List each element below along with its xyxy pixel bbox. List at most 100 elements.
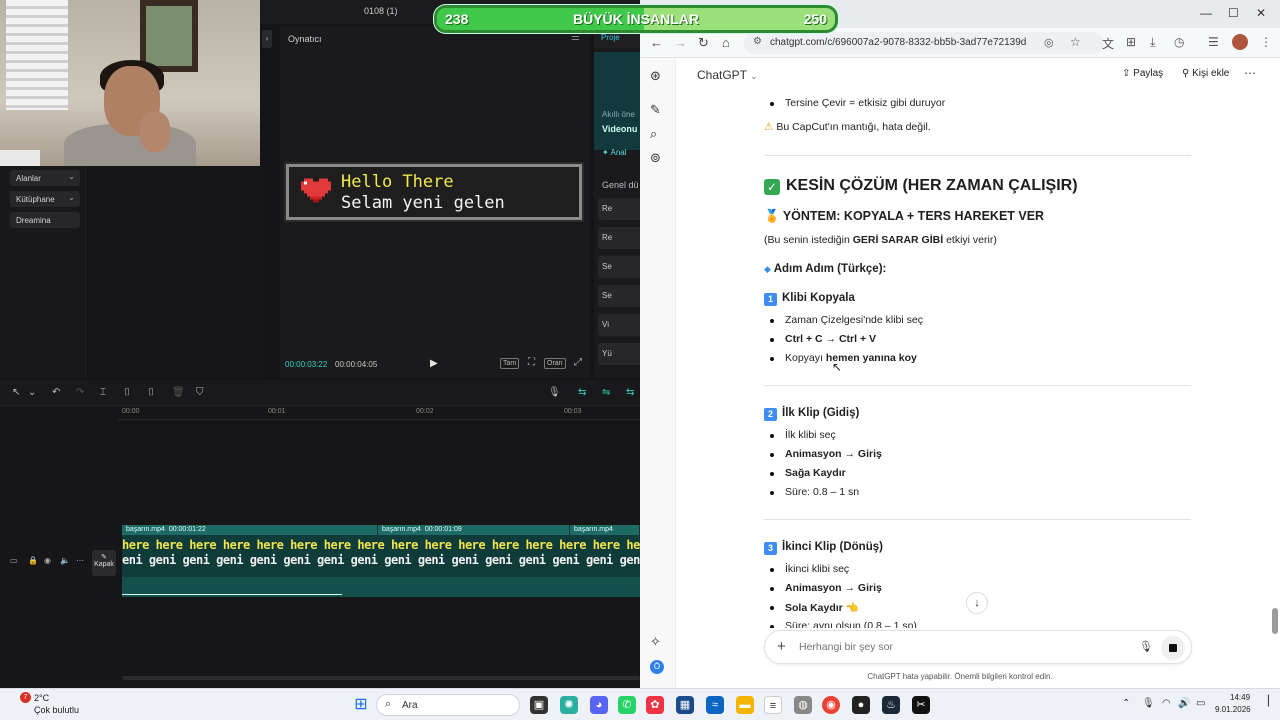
cover-button[interactable]: ✎ Kapak <box>92 550 116 576</box>
clock-date[interactable]: 9.01.2026 <box>1215 705 1251 714</box>
weather-description[interactable]: Çok bulutlu <box>34 705 79 715</box>
aspect-ratio-button[interactable]: Oran <box>544 358 566 369</box>
obs-icon[interactable]: ● <box>852 696 870 714</box>
menu-kebab-icon[interactable]: ⋮ <box>1260 35 1272 49</box>
crop-icon[interactable]: ⛶ <box>526 358 537 369</box>
battery-icon[interactable]: ▭ <box>1196 698 1205 709</box>
chevron-up-icon[interactable]: ⌃ <box>1122 698 1130 709</box>
task-view-icon[interactable]: ▣ <box>530 696 548 714</box>
split-left-icon[interactable]: ⌷ <box>124 387 130 398</box>
clip-header[interactable]: başarın.mp4 <box>570 525 640 535</box>
add-person-button[interactable]: ⚲ Kişi ekle <box>1182 68 1229 79</box>
delete-icon[interactable]: 🗑 <box>172 387 185 398</box>
windows-start-icon[interactable]: ⊞ <box>352 696 370 714</box>
openai-logo-icon[interactable]: ⊛ <box>650 68 661 84</box>
forward-icon[interactable]: → <box>674 35 687 50</box>
steam-icon[interactable]: ♨ <box>882 696 900 714</box>
close-icon[interactable]: ✕ <box>1256 6 1266 20</box>
back-icon[interactable]: ← <box>650 35 663 50</box>
clip-header[interactable]: başarın.mp4 00:00:01:22 <box>122 525 378 535</box>
wifi-icon[interactable]: ◠ <box>1162 698 1171 709</box>
nav-dreamina-button[interactable]: Dreamina <box>10 212 80 228</box>
capcut-icon[interactable]: ✂ <box>912 696 930 714</box>
microphone-icon[interactable]: 🎙 <box>1139 640 1153 653</box>
prompt-input[interactable] <box>799 641 1099 653</box>
eye-off-icon[interactable]: ◎ <box>1044 36 1054 49</box>
timeline-ruler[interactable]: 00:00 00:01 00:02 00:03 <box>118 406 640 420</box>
store-icon[interactable]: ▦ <box>676 696 694 714</box>
split-right-icon[interactable]: ⌷ <box>148 387 154 398</box>
maximize-icon[interactable]: ☐ <box>1228 6 1239 20</box>
library-icon[interactable]: ⊚ <box>650 150 661 166</box>
magnet-icon[interactable]: ⇋ <box>602 387 610 398</box>
plus-icon[interactable]: + <box>777 638 786 655</box>
microphone-icon[interactable]: 🎙 <box>1142 698 1155 709</box>
notification-icon[interactable]: ▏ <box>1268 696 1276 707</box>
clip-header[interactable]: başarın.mp4 00:00:01:09 <box>378 525 570 535</box>
profile-avatar[interactable] <box>1232 34 1248 50</box>
prop-item[interactable]: Se <box>598 285 640 307</box>
link-icon[interactable]: ⇆ <box>578 387 586 398</box>
prop-item[interactable]: Re <box>598 198 640 220</box>
discord-icon[interactable]: ◕ <box>590 696 608 714</box>
taskbar-search[interactable]: ⌕ Ara <box>376 694 520 716</box>
model-selector[interactable]: ChatGPT ⌄ <box>697 68 758 82</box>
mouse-app-icon[interactable]: ◍ <box>794 696 812 714</box>
prop-item[interactable]: Se <box>598 256 640 278</box>
speaker-icon[interactable]: 🔈 <box>60 556 70 565</box>
stop-generation-button[interactable] <box>1161 636 1185 660</box>
chevron-down-icon[interactable]: ⌄ <box>28 387 36 398</box>
translate-icon[interactable]: 文 <box>1102 35 1114 52</box>
site-info-icon[interactable]: ⚙ <box>753 36 762 47</box>
select-tool-icon[interactable]: ↖ <box>12 387 20 398</box>
more-options-icon[interactable]: ⋯ <box>1244 66 1256 80</box>
video-clip-strip[interactable]: here here here here here here here here … <box>122 535 640 577</box>
extensions-icon[interactable]: ⊞ <box>1126 35 1136 49</box>
split-icon[interactable]: ⌶ <box>100 387 106 398</box>
nav-kutuphane-button[interactable]: Kütüphane ⌄ <box>10 191 80 207</box>
url-field[interactable]: ⚙ chatgpt.com/c/696007a2-9078-8332-bb5b-… <box>744 32 1104 54</box>
search-icon[interactable]: ⌕ <box>650 126 657 142</box>
analyze-button[interactable]: ✦ Anal <box>602 148 627 157</box>
more-icon[interactable]: ⋯ <box>76 556 84 565</box>
photos-icon[interactable]: ✿ <box>646 696 664 714</box>
tab-proje[interactable]: Proje <box>601 33 620 42</box>
prop-item[interactable]: Re <box>598 227 640 249</box>
minimize-icon[interactable]: — <box>1200 6 1212 20</box>
reading-list-icon[interactable]: ☰ <box>1208 35 1219 49</box>
play-button[interactable]: ▶ <box>430 358 438 369</box>
track-toggle-icon[interactable]: ▭ <box>10 556 18 565</box>
whatsapp-icon[interactable]: ✆ <box>618 696 636 714</box>
new-chat-icon[interactable]: ✎ <box>650 102 661 118</box>
prop-item[interactable]: Vi <box>598 314 640 336</box>
expand-icon[interactable]: ⤢ <box>572 358 584 369</box>
audio-track[interactable] <box>122 577 640 597</box>
eye-icon[interactable]: ◉ <box>44 556 51 565</box>
redo-icon[interactable]: ↷ <box>76 387 84 398</box>
undo-icon[interactable]: ↶ <box>52 387 60 398</box>
history-icon[interactable]: ◷ <box>1174 35 1184 49</box>
reload-icon[interactable]: ↻ <box>698 35 709 51</box>
file-explorer-icon[interactable]: ▬ <box>736 696 754 714</box>
scroll-to-bottom-button[interactable]: ↓ <box>966 592 988 614</box>
notepad-icon[interactable]: ≡ <box>764 696 782 714</box>
star-icon[interactable]: ☆ <box>1070 35 1081 49</box>
weather-temperature[interactable]: 2°C <box>34 693 49 703</box>
lock-icon[interactable]: 🔒 <box>28 556 38 565</box>
nav-alanlar-button[interactable]: Alanlar ⌄ <box>10 170 80 186</box>
chrome-icon[interactable]: ◉ <box>822 696 840 714</box>
menu-icon[interactable]: ☰ <box>571 32 580 43</box>
shield-icon[interactable]: ⛉ <box>196 387 204 398</box>
sparkle-icon[interactable]: ✧ <box>650 634 661 650</box>
microphone-icon[interactable]: 🎙 <box>548 387 561 398</box>
fullscreen-mode-button[interactable]: Tam <box>500 358 520 369</box>
share-button[interactable]: ⇪ Paylaş <box>1122 68 1163 79</box>
home-icon[interactable]: ⌂ <box>722 35 730 50</box>
app-icon[interactable]: ≈ <box>706 696 724 714</box>
prop-item[interactable]: Yü <box>598 343 640 365</box>
panel-expand-icon[interactable]: › <box>262 30 272 48</box>
download-icon[interactable]: ⤓ <box>1150 35 1155 50</box>
clock-time[interactable]: 14:49 <box>1230 693 1250 702</box>
volume-icon[interactable]: 🔊 <box>1178 698 1190 709</box>
timeline-scrollbar[interactable] <box>122 676 640 680</box>
